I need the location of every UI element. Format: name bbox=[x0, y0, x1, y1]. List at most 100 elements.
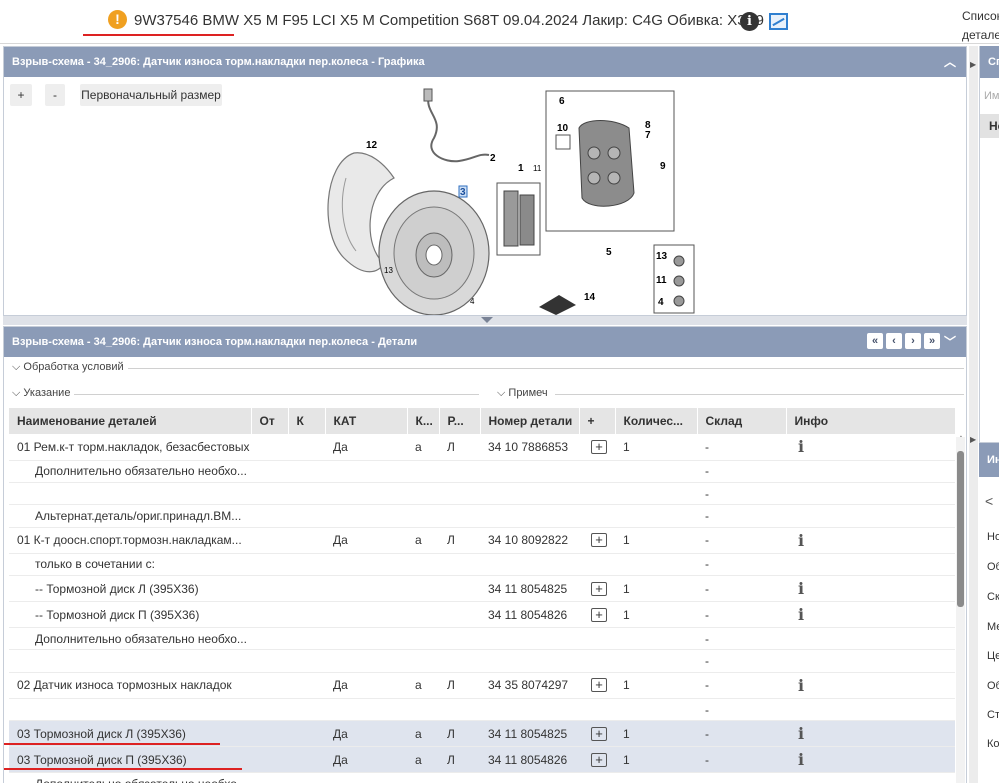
table-row[interactable]: Альтернат.деталь/ориг.принадл.BM... - bbox=[9, 504, 955, 528]
collapse-chevron-icon[interactable]: ︿ bbox=[944, 47, 956, 77]
add-to-cart-button[interactable]: + bbox=[591, 533, 607, 548]
callout-label[interactable]: 14 bbox=[584, 292, 596, 303]
add-to-cart-button[interactable]: + bbox=[591, 607, 607, 622]
expand-arrow-icon[interactable]: ▶ bbox=[970, 435, 976, 444]
cell-k bbox=[288, 460, 325, 483]
callout-label[interactable]: 4 bbox=[658, 297, 664, 308]
vertical-scrollbar[interactable] bbox=[956, 437, 965, 783]
cell-qty: 1 bbox=[615, 575, 697, 603]
callout-label[interactable]: 2 bbox=[490, 153, 496, 164]
col-header-stock[interactable]: Склад bbox=[697, 408, 787, 434]
callout-label[interactable]: 11 bbox=[533, 164, 542, 173]
add-to-cart-button[interactable]: + bbox=[591, 726, 607, 741]
prev-page-button[interactable]: ‹ bbox=[886, 333, 902, 349]
cell-stock: - bbox=[697, 434, 786, 461]
first-page-button[interactable]: « bbox=[867, 333, 883, 349]
add-to-cart-button[interactable]: + bbox=[591, 752, 607, 767]
col-header-kat[interactable]: КАТ bbox=[325, 408, 408, 434]
scrollbar-thumb[interactable] bbox=[957, 451, 964, 607]
cell-k2: а bbox=[407, 720, 439, 748]
cell-number: 34 11 8054825 bbox=[480, 575, 579, 603]
filter-note-toggle[interactable]: ⌵ Указание bbox=[12, 387, 70, 400]
cell-qty: 1 bbox=[615, 601, 697, 629]
table-row[interactable]: -- Тормозной диск Л (395X36) 34 11 805482… bbox=[9, 575, 955, 603]
add-to-cart-button[interactable]: + bbox=[591, 678, 607, 693]
cell-add: + bbox=[579, 746, 615, 774]
table-row[interactable]: -- Тормозной диск П (395X36) 34 11 805482… bbox=[9, 601, 955, 629]
cell-qty bbox=[615, 460, 697, 483]
cell-add: + bbox=[579, 672, 615, 699]
add-to-cart-button[interactable]: + bbox=[591, 439, 607, 454]
callout-label[interactable]: 4 bbox=[470, 297, 475, 306]
callout-label[interactable]: 1 bbox=[518, 163, 524, 174]
info-icon[interactable]: i bbox=[798, 437, 804, 456]
back-chevron-icon[interactable]: < bbox=[985, 493, 993, 509]
image-icon[interactable] bbox=[769, 13, 788, 30]
zoom-in-button[interactable]: + bbox=[10, 84, 32, 106]
callout-label[interactable]: 10 bbox=[557, 123, 569, 134]
callout-label[interactable]: 13 bbox=[656, 251, 668, 262]
parts-list-search-input[interactable]: Им bbox=[984, 86, 999, 106]
table-row[interactable]: Дополнительно обязательно необхо... bbox=[9, 772, 955, 783]
callout-label[interactable]: 13 bbox=[384, 266, 393, 275]
cell-name: -- Тормозной диск Л (395X36) bbox=[9, 575, 251, 603]
cell-r bbox=[439, 627, 480, 651]
col-header-number[interactable]: Номер детали bbox=[480, 408, 580, 434]
info-icon[interactable]: i bbox=[798, 750, 804, 769]
filter-remark-toggle[interactable]: ⌵ Примеч bbox=[497, 387, 548, 400]
cell-r bbox=[439, 460, 480, 483]
col-header-k2[interactable]: К... bbox=[407, 408, 440, 434]
panel-splitter[interactable] bbox=[3, 316, 967, 325]
table-row[interactable]: Дополнительно обязательно необхо... - bbox=[9, 627, 955, 651]
info-icon[interactable]: i bbox=[798, 724, 804, 743]
col-header-from[interactable]: От bbox=[251, 408, 289, 434]
cell-stock: - bbox=[697, 553, 786, 577]
callout-label[interactable]: 6 bbox=[559, 96, 565, 107]
last-page-button[interactable]: » bbox=[924, 333, 940, 349]
table-row[interactable]: только в сочетании с: - bbox=[9, 553, 955, 577]
callout-label[interactable]: 5 bbox=[606, 247, 612, 258]
col-header-qty[interactable]: Количес... bbox=[615, 408, 698, 434]
cell-number: 34 11 8054826 bbox=[480, 601, 579, 629]
info-icon[interactable]: i bbox=[798, 531, 804, 550]
table-row[interactable]: Дополнительно обязательно необхо... - bbox=[9, 460, 955, 483]
add-to-cart-button[interactable]: + bbox=[591, 581, 607, 596]
info-field-label: Об bbox=[987, 680, 999, 692]
info-icon[interactable]: i bbox=[740, 12, 759, 31]
parts-list-row[interactable]: Не bbox=[980, 114, 999, 138]
expand-arrow-icon[interactable]: ▶ bbox=[970, 60, 976, 69]
col-header-add[interactable]: + bbox=[579, 408, 616, 434]
exploded-diagram[interactable]: 12 2 1 11 3 13 4 6 10 8 7 9 5 13 11 4 14 bbox=[284, 83, 714, 315]
warning-icon[interactable]: ! bbox=[108, 10, 127, 29]
table-row[interactable]: 01 К-т доосн.спорт.тормозн.накладкам... Д… bbox=[9, 527, 955, 554]
callout-label[interactable]: 7 bbox=[645, 130, 651, 141]
callout-label[interactable]: 12 bbox=[366, 140, 378, 151]
table-row[interactable]: 02 Датчик износа тормозных накладок Да а Л 3… bbox=[9, 672, 955, 699]
info-icon[interactable]: i bbox=[798, 676, 804, 695]
table-row[interactable]: - bbox=[9, 649, 955, 673]
table-row[interactable]: - bbox=[9, 698, 955, 722]
col-header-name[interactable]: Наименование деталей bbox=[9, 408, 252, 434]
filter-conditions-toggle[interactable]: ⌵ Обработка условий bbox=[12, 361, 124, 374]
cell-name: Альтернат.деталь/ориг.принадл.BM... bbox=[9, 504, 251, 528]
reset-size-button[interactable]: Первоначальный размер bbox=[80, 84, 222, 106]
callout-label-selected[interactable]: 3 bbox=[460, 187, 466, 198]
table-row[interactable]: - bbox=[9, 482, 955, 506]
col-header-info[interactable]: Инфо bbox=[786, 408, 955, 434]
splitter-arrow-icon[interactable] bbox=[481, 317, 493, 323]
next-page-button[interactable]: › bbox=[905, 333, 921, 349]
cell-k bbox=[288, 649, 325, 673]
info-icon[interactable]: i bbox=[798, 605, 804, 624]
cell-qty: 1 bbox=[615, 434, 697, 461]
callout-label[interactable]: 9 bbox=[660, 161, 666, 172]
collapse-chevron-icon[interactable]: ﹀ bbox=[944, 327, 956, 357]
info-icon[interactable]: i bbox=[798, 579, 804, 598]
cell-info bbox=[786, 553, 955, 577]
callout-label[interactable]: 11 bbox=[656, 275, 667, 286]
col-header-r[interactable]: Р... bbox=[439, 408, 481, 434]
table-row[interactable]: 01 Рем.к-т торм.накладок, безасбестовых Д… bbox=[9, 434, 955, 461]
right-splitter[interactable] bbox=[969, 46, 978, 783]
col-header-k[interactable]: К bbox=[288, 408, 326, 434]
cell-r: Л bbox=[439, 527, 480, 554]
zoom-out-button[interactable]: - bbox=[45, 84, 65, 106]
